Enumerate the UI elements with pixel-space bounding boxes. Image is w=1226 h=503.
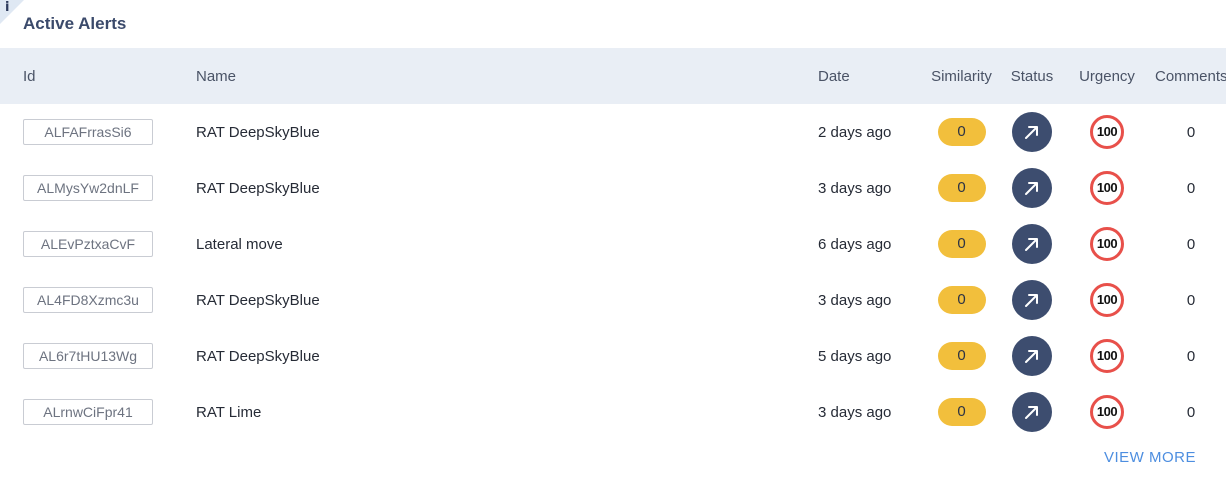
similarity-cell: 0 [918, 104, 1005, 160]
alert-date: 2 days ago [818, 123, 892, 141]
status-cell [1005, 216, 1059, 272]
id-cell: ALEvPztxaCvF [0, 216, 196, 272]
alert-id-chip[interactable]: ALFAFrrasSi6 [23, 119, 153, 145]
column-header-similarity[interactable]: Similarity [918, 48, 1005, 104]
status-button[interactable] [1012, 224, 1052, 264]
column-header-status[interactable]: Status [1005, 48, 1059, 104]
comments-count: 0 [1186, 347, 1196, 365]
arrow-up-right-icon [1025, 238, 1038, 251]
alert-id-chip[interactable]: AL4FD8Xzmc3u [23, 287, 153, 313]
table-body: ALFAFrrasSi6 RAT DeepSkyBlue 2 days ago … [0, 104, 1226, 440]
corner-triangle [0, 0, 24, 24]
status-button[interactable] [1012, 112, 1052, 152]
urgency-cell: 100 [1059, 160, 1155, 216]
similarity-badge: 0 [937, 398, 986, 426]
alert-date: 3 days ago [818, 291, 892, 309]
similarity-cell: 0 [918, 216, 1005, 272]
arrow-up-right-icon [1025, 350, 1038, 363]
status-cell [1005, 160, 1059, 216]
column-header-comments[interactable]: Comments [1155, 48, 1226, 104]
urgency-badge: 100 [1090, 227, 1124, 261]
table-row[interactable]: AL6r7tHU13Wg RAT DeepSkyBlue 5 days ago … [0, 328, 1226, 384]
arrow-up-right-icon [1025, 294, 1038, 307]
id-cell: ALrnwCiFpr41 [0, 384, 196, 440]
arrow-up-right-icon [1025, 126, 1038, 139]
alert-id-chip[interactable]: ALMysYw2dnLF [23, 175, 153, 201]
comments-count: 0 [1186, 291, 1196, 309]
urgency-badge: 100 [1090, 283, 1124, 317]
header-row: Id Name Date Similarity Status Urgency C… [0, 48, 1226, 104]
arrow-up-right-icon [1025, 182, 1038, 195]
alert-name[interactable]: RAT DeepSkyBlue [196, 272, 818, 328]
urgency-cell: 100 [1059, 104, 1155, 160]
similarity-cell: 0 [918, 328, 1005, 384]
comments-count: 0 [1186, 235, 1196, 253]
urgency-badge: 100 [1090, 395, 1124, 429]
info-icon: i [5, 0, 10, 15]
status-cell [1005, 384, 1059, 440]
urgency-cell: 100 [1059, 328, 1155, 384]
id-cell: ALMysYw2dnLF [0, 160, 196, 216]
status-cell [1005, 272, 1059, 328]
similarity-cell: 0 [918, 272, 1005, 328]
alert-date: 5 days ago [818, 347, 892, 365]
info-corner-badge[interactable]: i [0, 0, 24, 24]
panel-title: Active Alerts [23, 14, 127, 33]
alert-name[interactable]: RAT DeepSkyBlue [196, 104, 818, 160]
alerts-table: Id Name Date Similarity Status Urgency C… [0, 48, 1226, 440]
similarity-badge: 0 [937, 174, 986, 202]
comments-count: 0 [1186, 179, 1196, 197]
table-header: Id Name Date Similarity Status Urgency C… [0, 48, 1226, 104]
alert-date: 3 days ago [818, 179, 892, 197]
urgency-badge: 100 [1090, 115, 1124, 149]
similarity-badge: 0 [937, 118, 986, 146]
status-cell [1005, 104, 1059, 160]
id-cell: AL6r7tHU13Wg [0, 328, 196, 384]
similarity-cell: 0 [918, 384, 1005, 440]
status-button[interactable] [1012, 280, 1052, 320]
alert-name[interactable]: RAT DeepSkyBlue [196, 160, 818, 216]
alert-id-chip[interactable]: ALEvPztxaCvF [23, 231, 153, 257]
alert-name[interactable]: Lateral move [196, 216, 818, 272]
similarity-badge: 0 [937, 230, 986, 258]
id-cell: ALFAFrrasSi6 [0, 104, 196, 160]
alert-date: 6 days ago [818, 235, 892, 253]
table-row[interactable]: ALEvPztxaCvF Lateral move 6 days ago 0 1… [0, 216, 1226, 272]
alert-id-chip[interactable]: ALrnwCiFpr41 [23, 399, 153, 425]
status-button[interactable] [1012, 336, 1052, 376]
view-more-link[interactable]: VIEW MORE [1104, 449, 1196, 466]
alert-id-chip[interactable]: AL6r7tHU13Wg [23, 343, 153, 369]
table-row[interactable]: ALFAFrrasSi6 RAT DeepSkyBlue 2 days ago … [0, 104, 1226, 160]
table-row[interactable]: ALMysYw2dnLF RAT DeepSkyBlue 3 days ago … [0, 160, 1226, 216]
status-button[interactable] [1012, 392, 1052, 432]
arrow-up-right-icon [1025, 406, 1038, 419]
column-header-name[interactable]: Name [196, 48, 818, 104]
urgency-cell: 100 [1059, 216, 1155, 272]
urgency-badge: 100 [1090, 171, 1124, 205]
alert-date: 3 days ago [818, 403, 892, 421]
urgency-cell: 100 [1059, 272, 1155, 328]
urgency-badge: 100 [1090, 339, 1124, 373]
table-row[interactable]: ALrnwCiFpr41 RAT Lime 3 days ago 0 100 0 [0, 384, 1226, 440]
id-cell: AL4FD8Xzmc3u [0, 272, 196, 328]
column-header-id[interactable]: Id [0, 48, 196, 104]
column-header-date[interactable]: Date [818, 48, 918, 104]
alert-name[interactable]: RAT DeepSkyBlue [196, 328, 818, 384]
similarity-badge: 0 [937, 342, 986, 370]
alert-name[interactable]: RAT Lime [196, 384, 818, 440]
table-row[interactable]: AL4FD8Xzmc3u RAT DeepSkyBlue 3 days ago … [0, 272, 1226, 328]
similarity-cell: 0 [918, 160, 1005, 216]
status-button[interactable] [1012, 168, 1052, 208]
comments-count: 0 [1186, 403, 1196, 421]
comments-count: 0 [1186, 123, 1196, 141]
column-header-urgency[interactable]: Urgency [1059, 48, 1155, 104]
urgency-cell: 100 [1059, 384, 1155, 440]
status-cell [1005, 328, 1059, 384]
similarity-badge: 0 [937, 286, 986, 314]
